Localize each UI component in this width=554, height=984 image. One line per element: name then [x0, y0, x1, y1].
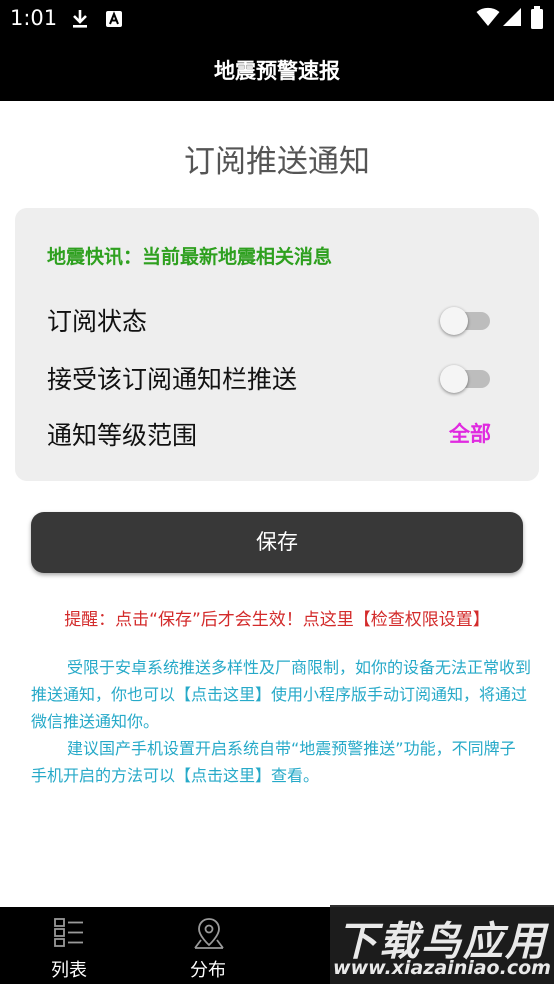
notification-level-selector[interactable]: 全部: [449, 418, 491, 448]
nav-label-distribution: 分布: [190, 960, 226, 981]
nav-label-list: 列表: [51, 960, 87, 981]
app-bar: 地震预警速报: [0, 38, 554, 101]
nav-item-list[interactable]: 列表: [19, 907, 119, 984]
watermark-logo: 下载鸟应用 www.xiazainiao.com: [330, 905, 554, 984]
signal-icon: [502, 7, 522, 31]
notification-bar-push-label: 接受该订阅通知栏推送: [47, 365, 298, 394]
battery-icon: [530, 6, 544, 34]
download-icon: [70, 8, 90, 34]
list-icon: [53, 916, 85, 952]
map-pin-icon: [192, 916, 226, 954]
status-bar: 1:01: [0, 0, 554, 38]
wifi-icon: [476, 7, 500, 31]
system-push-info-text[interactable]: 建议国产手机设置开启系统自带“地震预警推送”功能，不同牌子手机开启的方法可以【点…: [31, 735, 531, 789]
page-title: 订阅推送通知: [184, 144, 370, 180]
nav-item-distribution[interactable]: 分布: [158, 907, 258, 984]
toggle-knob: [440, 365, 468, 393]
mini-program-info-text[interactable]: 受限于安卓系统推送多样性及厂商限制，如你的设备无法正常收到推送通知，你也可以【点…: [31, 654, 531, 735]
subscription-status-label: 订阅状态: [47, 307, 148, 336]
permission-reminder-link[interactable]: 提醒：点击“保存”后才会生效！点这里【检查权限设置】: [0, 605, 554, 630]
status-time: 1:01: [10, 6, 58, 30]
subscription-status-toggle[interactable]: [440, 305, 490, 335]
subscription-card: 地震快讯：当前最新地震相关消息 订阅状态 接受该订阅通知栏推送 通知等级范围 全…: [15, 208, 539, 481]
app-notification-icon: [104, 8, 124, 34]
notification-bar-push-toggle[interactable]: [440, 363, 490, 393]
notification-level-label: 通知等级范围: [47, 421, 198, 450]
flash-news-label: 地震快讯：当前最新地震相关消息: [47, 246, 333, 268]
watermark-url: www.xiazainiao.com: [333, 957, 551, 979]
toggle-knob: [440, 307, 468, 335]
save-button[interactable]: 保存: [31, 512, 523, 573]
app-title: 地震预警速报: [214, 59, 340, 83]
